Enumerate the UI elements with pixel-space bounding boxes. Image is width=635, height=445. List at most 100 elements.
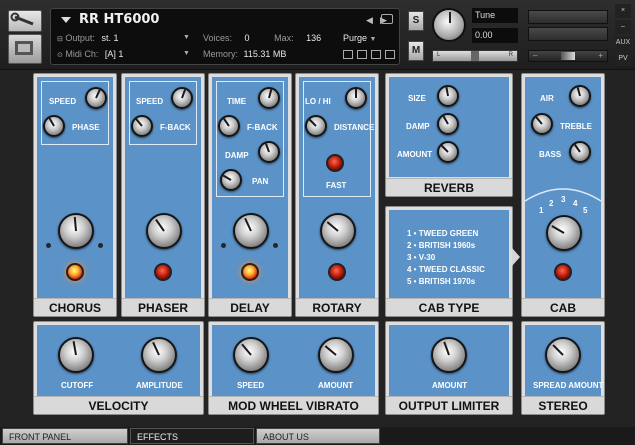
rotary-fast-led[interactable] [326, 154, 344, 172]
rotary-main-knob[interactable] [320, 213, 356, 249]
midi-dropdown-icon[interactable]: ▼ [183, 50, 190, 57]
cab-type-option-1[interactable]: 1 • TWEED GREEN [407, 228, 485, 240]
delay-panel: TIME F-BACK DAMP PAN DELAY [208, 73, 292, 317]
stereo-spread-knob[interactable] [545, 337, 581, 373]
chorus-phase-knob[interactable] [43, 115, 65, 137]
cab-pos-2: 2 [549, 199, 554, 208]
cab-type-blue-area: 1 • TWEED GREEN 2 • BRITISH 1960s 3 • V-… [389, 210, 509, 298]
delay-time-knob[interactable] [258, 87, 280, 109]
purge-label: Purge [343, 33, 368, 43]
camera-icon[interactable] [381, 14, 393, 24]
reverb-title: REVERB [386, 178, 512, 196]
tab-front-panel[interactable]: FRONT PANEL [2, 428, 128, 444]
mod-wheel-speed-knob[interactable] [233, 337, 269, 373]
cab-led-off[interactable] [554, 263, 572, 281]
minimize-icon[interactable]: – [615, 20, 631, 34]
edit-icon[interactable] [385, 50, 395, 59]
tune-value[interactable]: 0.00 [472, 28, 518, 43]
memory-value: 115.31 MB [243, 49, 287, 59]
chorus-led-on[interactable] [66, 263, 84, 281]
midi-label: Midi Ch: [65, 49, 99, 59]
wrench-icon[interactable] [8, 10, 42, 32]
midi-row[interactable]: ⊙ Midi Ch: [A] 1 [57, 49, 123, 59]
volume-handle[interactable] [561, 52, 575, 60]
chorus-blue-area: SPEED PHASE [37, 77, 113, 298]
solo-button[interactable]: S [408, 11, 424, 31]
cab-type-option-3[interactable]: 3 • V-30 [407, 252, 485, 264]
chorus-speed-label: SPEED [49, 97, 77, 106]
cab-title: CAB [522, 298, 604, 316]
voices-value: 0 [244, 33, 250, 43]
collapse-triangle-icon[interactable] [61, 17, 71, 23]
purge-dropdown-icon: ▼ [369, 36, 377, 43]
cab-type-option-2[interactable]: 2 • BRITISH 1960s [407, 240, 485, 252]
reverb-damp-knob[interactable] [437, 113, 459, 135]
volume-slider[interactable]: – + [528, 50, 608, 62]
phaser-speed-label: SPEED [136, 97, 164, 106]
chorus-panel: SPEED PHASE CHORUS [33, 73, 117, 317]
delay-pan-knob[interactable] [220, 169, 242, 191]
mute-button[interactable]: M [408, 41, 424, 61]
mod-wheel-amount-knob[interactable] [318, 337, 354, 373]
rotary-led-off[interactable] [328, 263, 346, 281]
cab-pos-3: 3 [561, 195, 566, 204]
info-icon[interactable] [371, 50, 381, 59]
cab-pos-4: 4 [573, 199, 578, 208]
output-row[interactable]: ⊟ Output: st. 1 [57, 33, 118, 43]
pan-handle[interactable] [471, 51, 479, 61]
cab-select-knob[interactable] [546, 215, 582, 251]
prev-instrument-icon[interactable]: ◀ [366, 15, 373, 26]
tab-about-us[interactable]: ABOUT US [256, 428, 380, 444]
cab-bass-knob[interactable] [569, 141, 591, 163]
level-meter-right [528, 27, 608, 41]
phaser-main-knob[interactable] [146, 213, 182, 249]
instrument-name[interactable]: RR HT6000 [79, 12, 159, 27]
reverb-amount-knob[interactable] [437, 141, 459, 163]
chorus-screw-right [98, 243, 103, 248]
mod-wheel-speed-label: SPEED [237, 381, 265, 390]
chorus-main-knob[interactable] [58, 213, 94, 249]
output-dropdown-icon[interactable]: ▼ [183, 34, 190, 41]
delay-main-knob[interactable] [233, 213, 269, 249]
cab-treble-knob[interactable] [531, 113, 553, 135]
pv-button[interactable]: PV [615, 52, 631, 66]
rotary-title: ROTARY [296, 298, 378, 316]
pan-slider[interactable]: L R [432, 50, 518, 62]
cab-air-knob[interactable] [569, 85, 591, 107]
cab-pos-1: 1 [539, 206, 544, 215]
rotary-lohi-knob[interactable] [345, 87, 367, 109]
tab-effects[interactable]: EFFECTS [130, 428, 254, 444]
aux-button[interactable]: AUX [615, 36, 631, 50]
purge-menu[interactable]: Purge ▼ [343, 33, 376, 43]
velocity-cutoff-knob[interactable] [58, 337, 94, 373]
library-icon[interactable] [8, 34, 42, 64]
snapshot-icon[interactable] [343, 50, 353, 59]
mod-wheel-blue-area: SPEED AMOUNT [212, 325, 375, 397]
delay-led-on[interactable] [241, 263, 259, 281]
reverb-amount-label: AMOUNT [397, 150, 433, 159]
delay-damp-knob[interactable] [258, 141, 280, 163]
tune-knob[interactable] [432, 8, 466, 42]
phaser-speed-knob[interactable] [171, 87, 193, 109]
memory-row: Memory: 115.31 MB [203, 49, 286, 59]
pan-left-label: L [437, 52, 441, 58]
max-value[interactable]: 136 [306, 33, 321, 43]
phaser-fback-knob[interactable] [131, 115, 153, 137]
delay-screw-left [221, 243, 226, 248]
output-limiter-blue-area: AMOUNT [389, 325, 509, 397]
save-icon[interactable] [357, 50, 367, 59]
phaser-led-off[interactable] [154, 263, 172, 281]
reverb-size-knob[interactable] [437, 85, 459, 107]
delay-pan-label: PAN [252, 177, 269, 186]
cab-type-option-4[interactable]: 4 • TWEED CLASSIC [407, 264, 485, 276]
chorus-speed-knob[interactable] [85, 87, 107, 109]
close-icon[interactable]: × [615, 4, 631, 18]
output-limiter-amount-knob[interactable] [431, 337, 467, 373]
velocity-amplitude-knob[interactable] [141, 337, 177, 373]
output-limiter-panel: AMOUNT OUTPUT LIMITER [385, 321, 513, 415]
cab-treble-label: TREBLE [560, 122, 592, 131]
delay-fback-knob[interactable] [218, 115, 240, 137]
rotary-distance-knob[interactable] [305, 115, 327, 137]
cab-bass-label: BASS [539, 150, 562, 159]
cab-type-option-5[interactable]: 5 • BRITISH 1970s [407, 276, 485, 288]
